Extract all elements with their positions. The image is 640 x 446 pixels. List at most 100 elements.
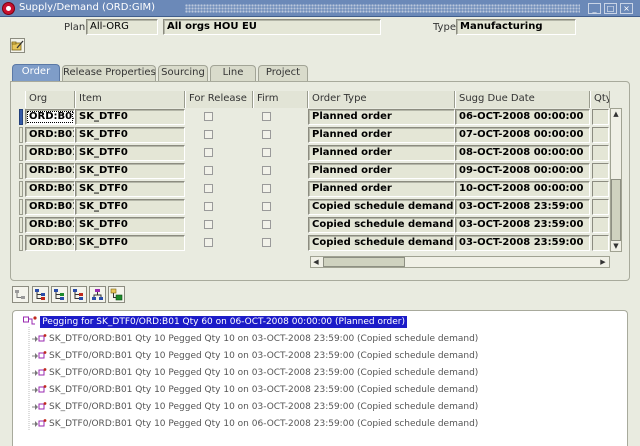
plan-field[interactable]: All-ORG xyxy=(86,19,158,35)
scroll-down-icon[interactable]: ▼ xyxy=(611,241,621,251)
qty-cell[interactable] xyxy=(592,163,609,179)
qty-cell[interactable] xyxy=(592,235,609,251)
collapse-tree-button[interactable] xyxy=(12,286,29,303)
firm-checkbox[interactable] xyxy=(262,238,271,247)
qty-cell[interactable] xyxy=(592,127,609,143)
order-type-cell[interactable]: Copied schedule demand xyxy=(308,217,455,233)
row-selector[interactable] xyxy=(19,217,23,233)
vertical-scroll-thumb[interactable] xyxy=(611,179,621,241)
properties-button[interactable] xyxy=(108,286,125,303)
sugg-due-date-cell[interactable]: 06-OCT-2008 00:00:00 xyxy=(455,109,590,125)
order-type-cell[interactable]: Planned order xyxy=(308,181,455,197)
sugg-due-date-cell[interactable]: 08-OCT-2008 00:00:00 xyxy=(455,145,590,161)
item-cell[interactable]: SK_DTF0 xyxy=(75,145,185,161)
org-cell[interactable]: ORD:B01 xyxy=(25,217,75,233)
row-selector[interactable] xyxy=(19,199,23,215)
pegging-root-label[interactable]: Pegging for SK_DTF0/ORD:B01 Qty 60 on 06… xyxy=(40,316,407,328)
maximize-icon[interactable]: □ xyxy=(604,3,617,14)
org-cell[interactable]: ORD:B01 xyxy=(25,163,75,179)
for-release-checkbox[interactable] xyxy=(204,130,213,139)
item-cell[interactable]: SK_DTF0 xyxy=(75,163,185,179)
vertical-scrollbar[interactable]: ▲ ▼ xyxy=(610,108,622,252)
item-cell[interactable]: SK_DTF0 xyxy=(75,217,185,233)
scroll-right-icon[interactable]: ▶ xyxy=(598,257,608,267)
qty-cell[interactable] xyxy=(592,109,609,125)
column-header-sugg-due-date[interactable]: Sugg Due Date xyxy=(455,91,590,108)
sugg-due-date-cell[interactable]: 03-OCT-2008 23:59:00 xyxy=(455,199,590,215)
scroll-up-icon[interactable]: ▲ xyxy=(611,109,621,119)
org-cell[interactable]: ORD:B01 xyxy=(25,145,75,161)
sugg-due-date-cell[interactable]: 09-OCT-2008 00:00:00 xyxy=(455,163,590,179)
tab-release-properties[interactable]: Release Properties xyxy=(62,65,156,81)
tree-node[interactable]: SK_DTF0/ORD:B01 Qty 10 Pegged Qty 10 on … xyxy=(31,366,478,381)
tree-node[interactable]: SK_DTF0/ORD:B01 Qty 10 Pegged Qty 10 on … xyxy=(31,400,478,415)
column-header-firm[interactable]: Firm xyxy=(253,91,308,108)
type-field[interactable]: Manufacturing xyxy=(456,19,576,35)
tree-node[interactable]: SK_DTF0/ORD:B01 Qty 10 Pegged Qty 10 on … xyxy=(31,383,478,398)
tab-order[interactable]: Order xyxy=(12,64,60,82)
row-selector[interactable] xyxy=(19,163,23,179)
row-selector[interactable] xyxy=(19,127,23,143)
firm-checkbox[interactable] xyxy=(262,130,271,139)
tree-node[interactable]: SK_DTF0/ORD:B01 Qty 10 Pegged Qty 10 on … xyxy=(31,417,478,432)
order-type-cell[interactable]: Copied schedule demand xyxy=(308,199,455,215)
column-header-qty[interactable]: Qty xyxy=(590,91,610,108)
firm-checkbox[interactable] xyxy=(262,202,271,211)
sugg-due-date-cell[interactable]: 03-OCT-2008 23:59:00 xyxy=(455,235,590,251)
firm-checkbox[interactable] xyxy=(262,148,271,157)
tree-node[interactable]: SK_DTF0/ORD:B01 Qty 10 Pegged Qty 10 on … xyxy=(31,332,478,347)
open-folder-button[interactable] xyxy=(10,38,25,53)
column-header-org[interactable]: Org xyxy=(25,91,75,108)
horizontal-scrollbar[interactable]: ◀ ▶ xyxy=(310,256,610,268)
for-release-checkbox[interactable] xyxy=(204,238,213,247)
horizontal-scroll-thumb[interactable] xyxy=(323,257,405,267)
order-type-cell[interactable]: Planned order xyxy=(308,163,455,179)
row-selector[interactable] xyxy=(19,145,23,161)
item-cell[interactable]: SK_DTF0 xyxy=(75,235,185,251)
tab-line[interactable]: Line xyxy=(210,65,256,81)
org-cell[interactable]: ORD:B01 xyxy=(25,199,75,215)
scroll-left-icon[interactable]: ◀ xyxy=(311,257,321,267)
tab-sourcing[interactable]: Sourcing xyxy=(158,65,208,81)
sugg-due-date-cell[interactable]: 10-OCT-2008 00:00:00 xyxy=(455,181,590,197)
firm-checkbox[interactable] xyxy=(262,112,271,121)
for-release-checkbox[interactable] xyxy=(204,112,213,121)
item-cell[interactable]: SK_DTF0 xyxy=(75,109,185,125)
pegging-tree[interactable]: Pegging for SK_DTF0/ORD:B01 Qty 60 on 06… xyxy=(12,310,628,446)
item-cell[interactable]: SK_DTF0 xyxy=(75,199,185,215)
expand-branch-button[interactable] xyxy=(32,286,49,303)
plan-description-field[interactable]: All orgs HOU EU xyxy=(163,19,381,35)
focus-branch-button[interactable] xyxy=(70,286,87,303)
column-header-order-type[interactable]: Order Type xyxy=(308,91,455,108)
for-release-checkbox[interactable] xyxy=(204,220,213,229)
row-selector[interactable] xyxy=(19,109,23,125)
firm-checkbox[interactable] xyxy=(262,166,271,175)
row-selector[interactable] xyxy=(19,235,23,251)
org-cell[interactable]: ORD:B01 xyxy=(25,127,75,143)
for-release-checkbox[interactable] xyxy=(204,202,213,211)
sugg-due-date-cell[interactable]: 07-OCT-2008 00:00:00 xyxy=(455,127,590,143)
column-header-for-release[interactable]: For Release xyxy=(185,91,253,108)
order-type-cell[interactable]: Planned order xyxy=(308,127,455,143)
minimize-icon[interactable]: _ xyxy=(588,3,601,14)
close-icon[interactable]: × xyxy=(620,3,633,14)
firm-checkbox[interactable] xyxy=(262,184,271,193)
oracle-logo-icon[interactable] xyxy=(2,2,15,15)
qty-cell[interactable] xyxy=(592,145,609,161)
pegging-root-node[interactable]: Pegging for SK_DTF0/ORD:B01 Qty 60 on 06… xyxy=(23,314,407,329)
tree-node[interactable]: SK_DTF0/ORD:B01 Qty 10 Pegged Qty 10 on … xyxy=(31,349,478,364)
qty-cell[interactable] xyxy=(592,181,609,197)
org-cell[interactable]: ORD:B01 xyxy=(25,235,75,251)
firm-checkbox[interactable] xyxy=(262,220,271,229)
for-release-checkbox[interactable] xyxy=(204,148,213,157)
qty-cell[interactable] xyxy=(592,199,609,215)
column-header-item[interactable]: Item xyxy=(75,91,185,108)
item-cell[interactable]: SK_DTF0 xyxy=(75,181,185,197)
for-release-checkbox[interactable] xyxy=(204,166,213,175)
order-type-cell[interactable]: Planned order xyxy=(308,109,455,125)
order-type-cell[interactable]: Planned order xyxy=(308,145,455,161)
tab-project[interactable]: Project xyxy=(258,65,308,81)
qty-cell[interactable] xyxy=(592,217,609,233)
expand-all-button[interactable] xyxy=(51,286,68,303)
pegging-network-button[interactable] xyxy=(89,286,106,303)
